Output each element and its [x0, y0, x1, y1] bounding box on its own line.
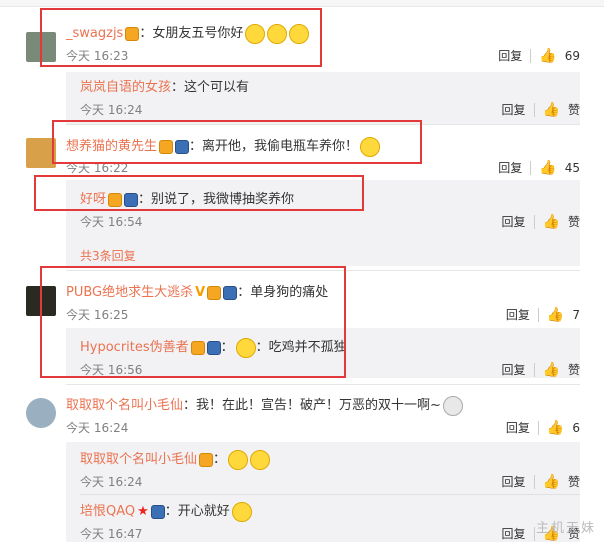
reply-button[interactable]: 回复 [502, 473, 526, 490]
divider [66, 384, 580, 385]
top-divider [0, 0, 604, 7]
like-count: 7 [572, 307, 580, 322]
divider [80, 494, 580, 495]
replier-name[interactable]: 取取取个名叫小毛仙 [80, 451, 197, 469]
highlight-box [40, 266, 346, 378]
reply-button[interactable]: 回复 [502, 525, 526, 542]
separator [530, 48, 532, 63]
highlight-box [34, 175, 364, 211]
reply-button[interactable]: 回复 [502, 213, 526, 230]
reply-button[interactable]: 回复 [506, 306, 530, 323]
reply-button[interactable]: 回复 [502, 101, 526, 118]
like-icon[interactable]: 👍 [543, 102, 560, 118]
reply-4: 取取取个名叫小毛仙 ： [80, 450, 271, 470]
like-count: 45 [564, 160, 580, 175]
reply-1: 岚岚自语的女孩 ：这个可以有 [80, 79, 249, 97]
like-count: 6 [572, 420, 580, 435]
watermark: 主机天妹 [535, 521, 596, 536]
replier-name[interactable]: 培恨QAQ [80, 503, 135, 521]
reply-5: 培恨QAQ ★ ：开心就好 [80, 502, 252, 522]
replier-name[interactable]: 岚岚自语的女孩 [80, 79, 171, 97]
reply-button[interactable]: 回复 [502, 361, 526, 378]
separator [537, 307, 539, 322]
level-badge-icon [150, 505, 165, 519]
more-replies-link[interactable]: 共3条回复 [80, 247, 136, 264]
separator [537, 420, 539, 435]
reply-button[interactable]: 回复 [506, 419, 530, 436]
reply-text: ：开心就好 [164, 504, 230, 519]
reply-text: ： [213, 452, 227, 467]
cry-laugh-emoji-icon [250, 450, 271, 470]
grin-emoji-icon [231, 502, 252, 522]
like-count: 69 [564, 48, 580, 63]
like-label[interactable]: 赞 [568, 473, 580, 490]
separator [533, 526, 535, 541]
commenter-name[interactable]: 取取取个名叫小毛仙 [66, 397, 183, 415]
reply-time: 今天 16:54 [80, 215, 143, 229]
reply-time: 今天 16:24 [80, 475, 143, 489]
separator [533, 214, 535, 229]
like-icon[interactable]: 👍 [539, 160, 556, 176]
like-icon[interactable]: 👍 [543, 474, 560, 490]
like-label[interactable]: 赞 [568, 101, 580, 118]
highlight-box [40, 8, 322, 67]
reply-time: 今天 16:47 [80, 527, 143, 541]
comment-time: 今天 16:24 [66, 421, 129, 435]
like-label[interactable]: 赞 [568, 213, 580, 230]
comment-text: ：我！在此！宣告！破产！万恶的双十一啊~ [183, 398, 441, 413]
red-star-icon: ★ [137, 504, 149, 519]
separator [533, 474, 535, 489]
separator [530, 160, 532, 175]
like-icon[interactable]: 👍 [543, 362, 560, 378]
avatar[interactable] [26, 398, 56, 428]
cry-laugh-emoji-icon [228, 450, 249, 470]
highlight-box [52, 120, 422, 164]
reply-button[interactable]: 回复 [498, 159, 522, 176]
reply-time: 今天 16:24 [80, 103, 143, 117]
like-icon[interactable]: 👍 [539, 48, 556, 64]
like-icon[interactable]: 👍 [547, 420, 564, 436]
like-icon[interactable]: 👍 [547, 307, 564, 323]
member-badge-icon [199, 453, 214, 467]
separator [533, 102, 535, 117]
like-icon[interactable]: 👍 [543, 214, 560, 230]
like-label[interactable]: 赞 [568, 361, 580, 378]
reply-text: ：这个可以有 [171, 80, 250, 95]
reply-button[interactable]: 回复 [498, 47, 522, 64]
separator [533, 362, 535, 377]
dog-emoji-icon [442, 396, 463, 416]
